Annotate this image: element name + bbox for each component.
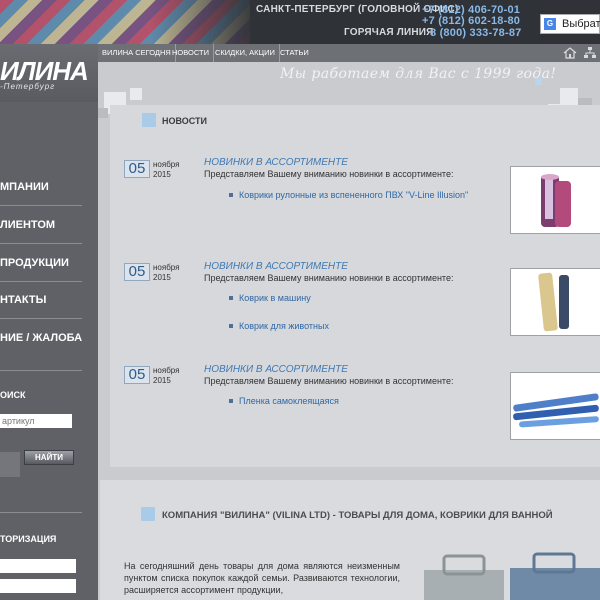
translate-label: Выбрать xyxy=(562,18,600,30)
sidebar-menu-company[interactable]: МПАНИИ xyxy=(0,181,98,193)
nav-item-articles[interactable]: СТАТЬИ xyxy=(276,44,313,62)
sidebar-menu-clients[interactable]: ЛИЕНТОМ xyxy=(0,219,98,231)
news-intro: Представляем Вашему вниманию новинки в а… xyxy=(204,169,454,179)
news-date-day: 05 xyxy=(124,160,150,178)
company-description: На сегодняшний день товары для дома явля… xyxy=(124,561,400,595)
search-input[interactable] xyxy=(0,414,72,428)
hotline-label: ГОРЯЧАЯ ЛИНИЯ xyxy=(344,27,434,38)
header-banner-fade xyxy=(150,0,260,44)
car-mat-roll-image xyxy=(538,272,569,332)
news-title-icon xyxy=(142,113,156,127)
sitemap-icon[interactable] xyxy=(583,46,597,60)
news-intro: Представляем Вашему вниманию новинки в а… xyxy=(204,273,454,283)
list-bullet xyxy=(229,324,233,328)
auth-title: ТОРИЗАЦИЯ xyxy=(0,534,57,544)
sidebar-menu-complaint[interactable]: НИЕ / ЖАЛОБА xyxy=(0,332,98,344)
nav-item-discounts[interactable]: СКИДКИ, АКЦИИ xyxy=(211,44,280,62)
news-product-link[interactable]: Коврики рулонные из вспененного ПВХ "V-L… xyxy=(239,190,468,200)
news-thumbnail[interactable] xyxy=(510,268,600,336)
news-date-month: ноября xyxy=(153,366,180,375)
news-heading-link[interactable]: НОВИНКИ В АССОРТИМЕНТЕ xyxy=(204,261,348,272)
company-title-icon xyxy=(141,507,155,521)
menu-divider xyxy=(0,243,82,244)
rolled-mats-image xyxy=(541,174,571,227)
news-date-year: 2015 xyxy=(153,376,171,385)
news-thumbnail[interactable] xyxy=(510,372,600,440)
sidebar-menu-contacts[interactable]: НТАКТЫ xyxy=(0,294,98,306)
phone-2[interactable]: +7 (812) 602-18-80 xyxy=(422,15,520,27)
company-section-title: КОМПАНИЯ "ВИЛИНА" (VILINA LTD) - ТОВАРЫ … xyxy=(162,510,553,521)
hotline-phone[interactable]: 8 (800) 333-78-87 xyxy=(430,27,521,39)
language-translate-button[interactable]: G Выбрать xyxy=(540,14,600,34)
password-field[interactable] xyxy=(0,579,76,593)
list-bullet xyxy=(229,296,233,300)
news-section-title: НОВОСТИ xyxy=(162,116,208,126)
home-icon[interactable] xyxy=(563,46,577,60)
news-product-link[interactable]: Коврик в машину xyxy=(239,293,311,303)
news-date-day: 05 xyxy=(124,263,150,281)
sidebar-menu-products[interactable]: ПРОДУКЦИИ xyxy=(0,257,98,269)
login-field[interactable] xyxy=(0,559,76,573)
search-title: ОИСК xyxy=(0,390,26,400)
company-product-image xyxy=(424,552,600,600)
news-product-link[interactable]: Пленка самоклеящаяся xyxy=(239,396,339,406)
news-heading-link[interactable]: НОВИНКИ В АССОРТИМЕНТЕ xyxy=(204,364,348,375)
news-thumbnail[interactable] xyxy=(510,166,600,234)
menu-divider xyxy=(0,512,82,513)
menu-divider xyxy=(0,281,82,282)
menu-divider xyxy=(0,370,82,371)
list-bullet xyxy=(229,193,233,197)
news-date-year: 2015 xyxy=(153,170,171,179)
search-decor xyxy=(0,452,20,477)
menu-divider xyxy=(0,205,82,206)
news-heading-link[interactable]: НОВИНКИ В АССОРТИМЕНТЕ xyxy=(204,157,348,168)
decor-square xyxy=(98,108,108,118)
logo-subtitle: -Петербург xyxy=(0,82,56,91)
search-button[interactable]: НАЙТИ xyxy=(24,450,74,465)
news-date-month: ноября xyxy=(153,160,180,169)
news-date-day: 05 xyxy=(124,366,150,384)
list-bullet xyxy=(229,399,233,403)
news-date-month: ноября xyxy=(153,263,180,272)
google-translate-icon: G xyxy=(544,18,556,30)
menu-divider xyxy=(0,318,82,319)
news-product-link[interactable]: Коврик для животных xyxy=(239,321,329,331)
self-adhesive-film-rolls-image xyxy=(513,393,599,428)
news-date-year: 2015 xyxy=(153,273,171,282)
nav-item-today[interactable]: ВИЛИНА СЕГОДНЯ xyxy=(98,44,176,62)
left-sidebar xyxy=(0,44,98,600)
nav-item-news[interactable]: НОВОСТИ xyxy=(168,44,214,62)
slogan: Мы работаем для Вас с 1999 года! xyxy=(280,66,557,82)
slogan-decor xyxy=(535,78,542,85)
decor-square xyxy=(130,88,142,100)
news-intro: Представляем Вашему вниманию новинки в а… xyxy=(204,376,454,386)
